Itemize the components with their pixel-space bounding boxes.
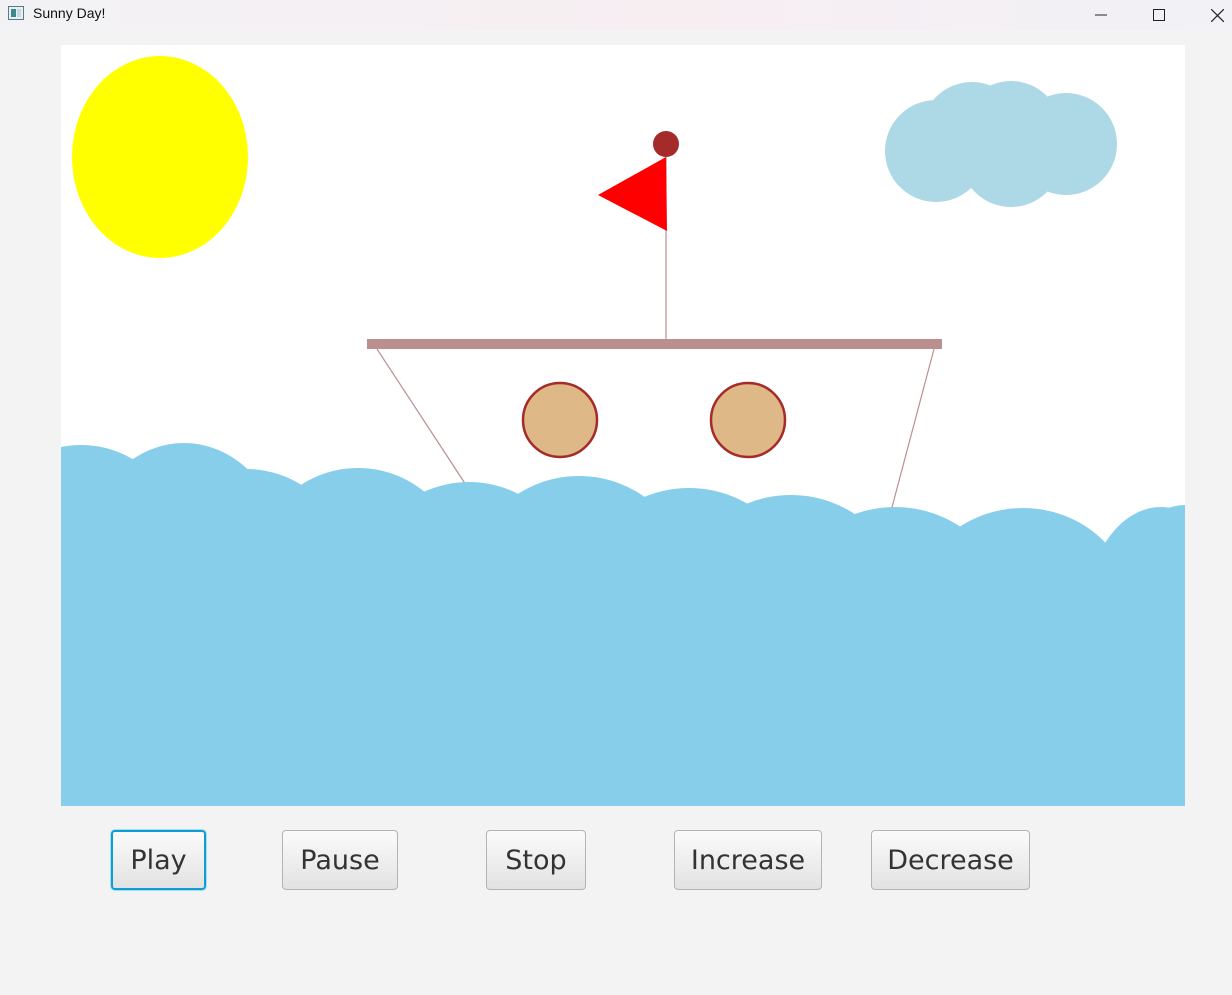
maximize-icon <box>1153 9 1165 21</box>
animation-canvas <box>0 45 1232 806</box>
porthole-icon <box>709 381 787 459</box>
waves-icon <box>0 443 1232 806</box>
decrease-button[interactable]: Decrease <box>871 830 1030 890</box>
scene-svg <box>0 56 1232 806</box>
flag-icon <box>598 131 679 340</box>
cloud-icon <box>885 81 1117 207</box>
stop-button[interactable]: Stop <box>486 830 586 890</box>
play-button[interactable]: Play <box>111 830 206 890</box>
minimize-button[interactable] <box>1078 0 1124 30</box>
maximize-button[interactable] <box>1136 0 1182 30</box>
minimize-icon <box>1095 14 1107 16</box>
window-title: Sunny Day! <box>33 5 106 21</box>
close-icon <box>1210 8 1224 22</box>
close-button[interactable] <box>1194 0 1232 30</box>
title-bar: Sunny Day! <box>0 0 1232 30</box>
sun-icon <box>72 56 248 258</box>
app-icon <box>8 6 24 20</box>
increase-button[interactable]: Increase <box>674 830 822 890</box>
porthole-icon <box>521 381 599 459</box>
pause-button[interactable]: Pause <box>282 830 398 890</box>
